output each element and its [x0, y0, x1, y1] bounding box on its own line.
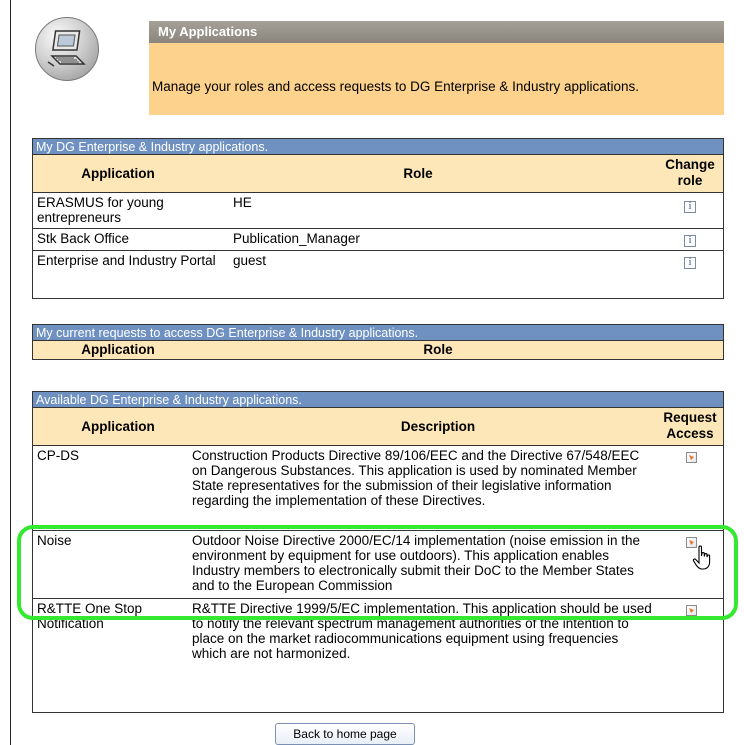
table-header: Application Role — [33, 341, 723, 359]
change-role-info-icon[interactable]: i — [684, 257, 696, 269]
table-row: ERASMUS for young entrepreneurs HE i — [33, 193, 723, 229]
my-applications-table: My DG Enterprise & Industry applications… — [32, 138, 724, 299]
column-application: Application — [81, 166, 155, 181]
current-requests-title: My current requests to access DG Enterpr… — [33, 325, 723, 341]
application-name: Stk Back Office — [37, 231, 130, 246]
page-title: My Applications — [149, 21, 724, 43]
table-row: Enterprise and Industry Portal guest i — [33, 251, 723, 297]
current-requests-table: My current requests to access DG Enterpr… — [32, 324, 724, 360]
back-to-home-button[interactable]: Back to home page — [275, 723, 415, 745]
column-change-role: Change role — [665, 157, 715, 188]
application-description: Construction Products Directive 89/106/E… — [192, 448, 640, 508]
application-name: ERASMUS for young entrepreneurs — [37, 195, 164, 225]
column-application: Application — [81, 342, 155, 357]
application-name: CP-DS — [37, 448, 80, 463]
table-row: CP-DS Construction Products Directive 89… — [33, 446, 723, 531]
column-application: Application — [81, 419, 155, 434]
role-value: guest — [233, 253, 267, 268]
column-role: Role — [403, 166, 433, 181]
table-header: Application Description Request Access — [33, 408, 723, 446]
change-role-info-icon[interactable]: i — [684, 235, 696, 247]
role-value: HE — [233, 195, 252, 210]
application-name: Enterprise and Industry Portal — [37, 253, 216, 268]
table-header: Application Role Change role — [33, 155, 723, 193]
highlight-annotation — [17, 525, 738, 620]
column-role: Role — [423, 342, 453, 357]
column-description: Description — [400, 419, 476, 434]
computer-icon — [35, 17, 99, 81]
available-applications-title: Available DG Enterprise & Industry appli… — [33, 392, 723, 408]
page-left-border — [10, 0, 11, 745]
role-value: Publication_Manager — [233, 231, 360, 246]
request-access-icon[interactable] — [686, 452, 697, 463]
table-row: Stk Back Office Publication_Manager i — [33, 229, 723, 251]
my-applications-title: My DG Enterprise & Industry applications… — [33, 139, 723, 155]
column-request-access: Request Access — [663, 410, 717, 441]
page-description: Manage your roles and access requests to… — [149, 43, 724, 115]
hand-cursor-icon — [692, 545, 714, 574]
change-role-info-icon[interactable]: i — [684, 201, 696, 213]
